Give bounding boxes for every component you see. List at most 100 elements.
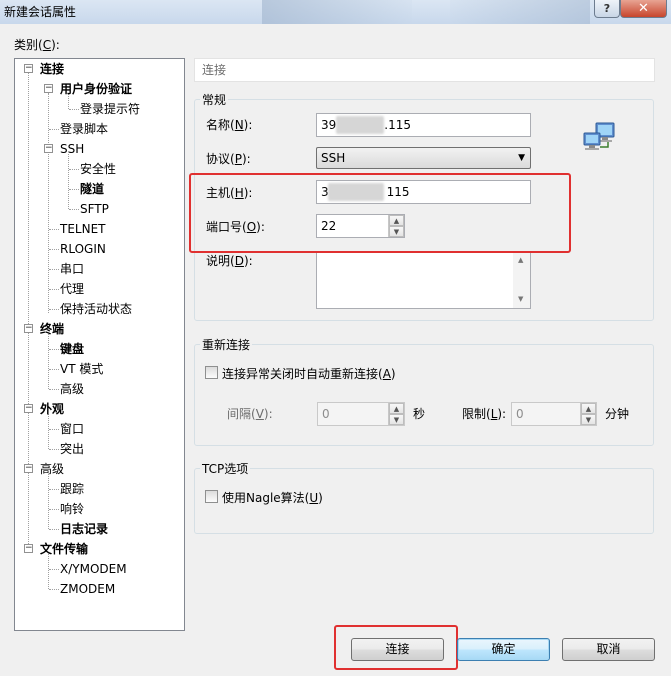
scroll-up-icon[interactable]: ▲ [518,256,523,264]
nagle-label[interactable]: 使用Nagle算法(U) [222,489,323,506]
chevron-up-icon[interactable]: ▲ [581,403,596,414]
highlight-box [334,625,458,670]
tree-expander[interactable]: − [24,64,33,73]
tree-expander[interactable]: − [24,324,33,333]
description-label: 说明(D): [206,254,253,268]
help-button[interactable]: ? [594,0,620,18]
tree-item-file-transfer[interactable]: 文件传输 [40,540,88,558]
tree-item-keepalive[interactable]: 保持活动状态 [60,300,132,318]
tree-item-trace[interactable]: 跟踪 [60,480,84,498]
tree-item-security[interactable]: 安全性 [80,160,116,178]
tree-line [28,73,29,548]
tree-item-appearance[interactable]: 外观 [40,400,64,418]
tree-expander[interactable]: − [44,84,53,93]
tree-item-ssh[interactable]: SSH [60,140,84,158]
limit-spinner[interactable]: ▲ ▼ [580,403,596,425]
tree-line [49,129,59,130]
tree-line [48,93,49,313]
category-tree[interactable]: − 连接 − 用户身份验证 登录提示符 登录脚本 − SSH 安全性 隧道 SF… [14,58,185,631]
chevron-down-icon: ▼ [518,153,525,163]
close-button[interactable]: ✕ [620,0,667,18]
tree-line [49,229,59,230]
help-icon: ? [603,2,611,15]
tree-line [69,209,79,210]
tree-line [49,389,59,390]
limit-label: 限制(L): [462,407,507,421]
page-title: 连接 [194,58,655,82]
tree-line [69,169,79,170]
tree-item-logging[interactable]: 日志记录 [60,520,108,538]
tree-item-bell[interactable]: 响铃 [60,500,84,518]
tree-line [48,334,49,389]
tree-item-highlight[interactable]: 突出 [60,440,84,458]
tree-item-serial[interactable]: 串口 [60,260,84,278]
tree-item-advanced[interactable]: 高级 [40,460,64,478]
description-field[interactable] [316,251,531,309]
tree-line [68,154,69,209]
protocol-select[interactable]: SSH ▼ [316,147,531,169]
auto-reconnect-checkbox[interactable] [205,366,218,379]
tree-item-sftp[interactable]: SFTP [80,200,109,218]
scroll-down-icon[interactable]: ▼ [518,295,523,303]
close-icon: ✕ [638,1,649,16]
protocol-label: 协议(P): [206,152,251,166]
tree-item-zmodem[interactable]: ZMODEM [60,580,115,598]
tree-item-tunnel[interactable]: 隧道 [80,180,104,198]
interval-spinner[interactable]: ▲ ▼ [388,403,404,425]
tree-line [49,249,59,250]
tree-item-login-script[interactable]: 登录脚本 [60,120,108,138]
window-title: 新建会话属性 [4,5,77,19]
tree-line [49,589,59,590]
tree-line [49,309,59,310]
reconnect-group-title: 重新连接 [200,336,253,353]
tree-line [69,189,79,190]
tree-item-terminal[interactable]: 终端 [40,320,64,338]
network-icon [583,122,615,150]
tree-expander[interactable]: − [24,544,33,553]
tree-item-login-prompts[interactable]: 登录提示符 [80,100,140,118]
redacted-blur [336,116,384,134]
background-blur [262,0,412,24]
ok-button[interactable]: 确定 [457,638,550,661]
description-scrollbar[interactable]: ▲ ▼ [513,252,530,308]
tree-item-rlogin[interactable]: RLOGIN [60,240,106,258]
chevron-down-icon[interactable]: ▼ [389,414,404,425]
general-group-title: 常规 [200,91,229,108]
chevron-down-icon[interactable]: ▼ [581,414,596,425]
tree-line [49,289,59,290]
limit-unit: 分钟 [605,407,630,421]
auto-reconnect-label[interactable]: 连接异常关闭时自动重新连接(A) [222,365,396,382]
tree-item-terminal-advanced[interactable]: 高级 [60,380,84,398]
interval-label: 间隔(V): [227,407,273,421]
tree-line [49,489,59,490]
tree-expander[interactable]: − [24,404,33,413]
tree-line [48,414,49,449]
chevron-up-icon[interactable]: ▲ [389,403,404,414]
highlight-box [189,173,571,253]
tree-expander[interactable]: − [24,464,33,473]
tree-item-keyboard[interactable]: 键盘 [60,340,84,358]
tree-expander[interactable]: − [44,144,53,153]
tree-item-vt-mode[interactable]: VT 模式 [60,360,103,378]
tree-line [48,474,49,529]
tree-line [49,269,59,270]
tree-item-window[interactable]: 窗口 [60,420,84,438]
tree-item-xymodem[interactable]: X/YMODEM [60,560,127,578]
background-blur [450,0,590,24]
tree-item-authentication[interactable]: 用户身份验证 [60,80,132,98]
tree-item-telnet[interactable]: TELNET [60,220,106,238]
tree-item-connection[interactable]: 连接 [40,60,64,78]
category-label: 类别(C): [14,38,60,52]
tree-line [49,369,59,370]
nagle-checkbox[interactable] [205,490,218,503]
tree-item-proxy[interactable]: 代理 [60,280,84,298]
name-label: 名称(N): [206,118,253,132]
tree-line [49,449,59,450]
title-bar: 新建会话属性 ? ✕ [0,0,671,24]
tree-line [49,349,59,350]
cancel-button[interactable]: 取消 [562,638,655,661]
tree-line [49,429,59,430]
tree-line [69,109,79,110]
tree-line [49,569,59,570]
interval-unit: 秒 [413,407,426,421]
